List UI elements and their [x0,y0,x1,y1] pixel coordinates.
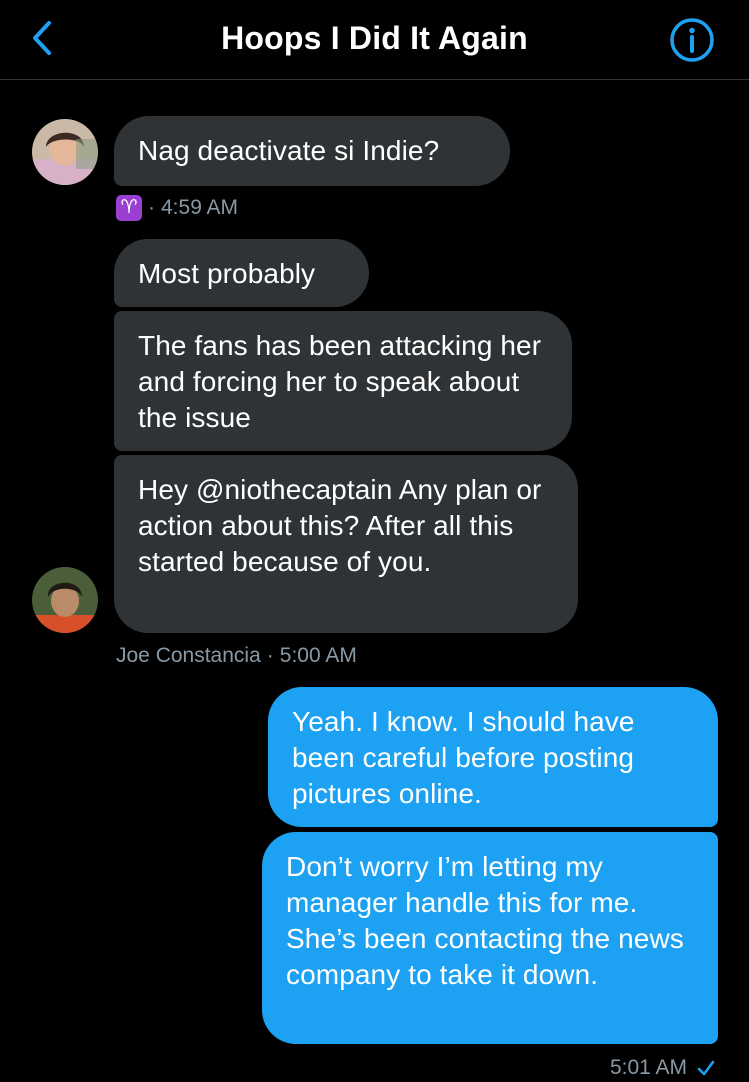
message-text: Don’t worry I’m letting my manager handl… [286,851,684,990]
message-text: Most probably [138,258,316,289]
message-bubble-outgoing[interactable]: Yeah. I know. I should have been careful… [268,687,718,827]
message-time: 5:00 AM [279,644,357,667]
checkmark-icon [697,1060,715,1076]
meta-separator: · [148,196,155,219]
message-text: Yeah. I know. I should have been careful… [292,706,635,809]
message-time: 4:59 AM [161,196,239,219]
aries-icon: ♈ [116,195,142,221]
conversation-header: Hoops I Did It Again [0,0,749,80]
message-meta: ♈ · 4:59 AM [116,195,238,221]
message-bubble-incoming[interactable]: Hey @niothecaptain Any plan or action ab… [114,455,578,633]
message-bubble-incoming[interactable]: Nag deactivate si Indie? [114,116,510,186]
meta-separator: · [266,644,274,667]
message-text: The fans has been attacking her and forc… [138,330,542,433]
message-text: Hey @niothecaptain Any plan or action ab… [138,474,542,577]
sender-name: Joe Constancia [116,644,261,667]
info-circle-icon [668,18,716,68]
participant-avatar-1[interactable] [32,119,98,185]
message-meta: Joe Constancia · 5:00 AM [116,643,357,669]
message-time: 5:01 AM [609,1056,687,1079]
message-meta: 5:01 AM [610,1055,715,1081]
participant-avatar-2[interactable] [32,567,98,633]
message-bubble-incoming[interactable]: The fans has been attacking her and forc… [114,311,572,451]
message-bubble-incoming[interactable]: Most probably [114,239,369,307]
message-text: Nag deactivate si Indie? [138,135,440,166]
message-bubble-outgoing[interactable]: Don’t worry I’m letting my manager handl… [262,832,718,1044]
info-button[interactable] [668,16,716,64]
conversation-title: Hoops I Did It Again [221,20,528,56]
